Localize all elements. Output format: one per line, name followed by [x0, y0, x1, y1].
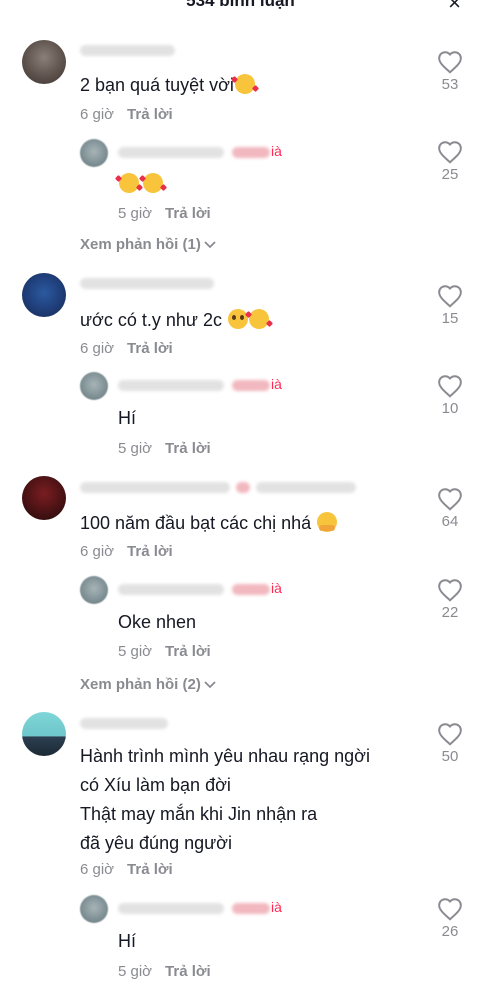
like-count: 10: [441, 400, 459, 417]
username-blurred[interactable]: [118, 903, 224, 914]
creator-label-blurred: [232, 584, 270, 595]
like-count: 22: [441, 604, 459, 621]
username-blurred[interactable]: [80, 45, 175, 56]
comment-meta: 6 giờ Trả lời: [80, 340, 173, 357]
chevron-down-icon: [204, 681, 216, 689]
like-button[interactable]: 26: [428, 897, 472, 940]
avatar[interactable]: [22, 273, 66, 317]
comment-time: 6 giờ: [80, 106, 115, 123]
smiling-face-with-hearts-icon: [119, 173, 139, 193]
comment-meta: 6 giờ Trả lời: [80, 861, 173, 878]
reply-meta: 5 giờ Trả lời: [118, 643, 211, 660]
reply-button[interactable]: Trả lời: [165, 963, 211, 980]
like-button[interactable]: 50: [428, 722, 472, 765]
avatar[interactable]: [80, 372, 108, 400]
like-button[interactable]: 64: [428, 487, 472, 530]
heart-icon[interactable]: [437, 487, 463, 511]
like-button[interactable]: 10: [428, 374, 472, 417]
reply-text: Hí: [118, 408, 136, 428]
pleading-face-icon: [227, 309, 248, 329]
smiling-face-with-hearts-icon: [234, 74, 255, 94]
reply-button[interactable]: Trả lời: [127, 340, 173, 357]
comment-meta: 6 giờ Trả lời: [80, 106, 173, 123]
heart-icon[interactable]: [437, 284, 463, 308]
like-button[interactable]: 53: [428, 50, 472, 93]
heart-icon[interactable]: [437, 50, 463, 74]
like-button[interactable]: 15: [428, 284, 472, 327]
like-count: 53: [441, 76, 459, 93]
reply-time: 5 giờ: [118, 205, 153, 222]
smiling-face-with-hearts-icon: [248, 309, 269, 329]
reply-text: [118, 170, 163, 199]
comment-line: đã yêu đúng người: [80, 833, 232, 853]
view-more-replies[interactable]: Xem phản hồi (1): [80, 236, 217, 253]
comment-text: 100 năm đầu bạt các chị nhá: [80, 509, 338, 538]
reply-button[interactable]: Trả lời: [165, 643, 211, 660]
reply-time: 5 giờ: [118, 643, 153, 660]
like-count: 15: [441, 310, 459, 327]
comment-text: ước có t.y như 2c: [80, 306, 269, 335]
reply-text: Hí: [118, 931, 136, 951]
reply-meta: 5 giờ Trả lời: [118, 205, 211, 222]
reply-button[interactable]: Trả lời: [127, 106, 173, 123]
comments-header: 534 bình luận ×: [0, 0, 481, 14]
creator-label-suffix: ià: [271, 376, 282, 392]
username-blurred[interactable]: [256, 482, 356, 493]
username-blurred[interactable]: [118, 380, 224, 391]
comment-text: Hành trình mình yêu nhau rạng ngời có Xí…: [80, 742, 370, 858]
like-button[interactable]: 22: [428, 578, 472, 621]
username-decoration-blurred: [236, 482, 250, 493]
comment-line: Hành trình mình yêu nhau rạng ngời: [80, 746, 370, 766]
avatar[interactable]: [22, 40, 66, 84]
comments-count-title: 534 bình luận: [186, 0, 295, 10]
comment-line: Thật may mắn khi Jin nhận ra: [80, 804, 318, 824]
avatar[interactable]: [80, 895, 108, 923]
like-count: 26: [441, 923, 459, 940]
comment-time: 6 giờ: [80, 861, 115, 878]
creator-label-suffix: ià: [271, 580, 282, 596]
reply-button[interactable]: Trả lời: [165, 205, 211, 222]
avatar[interactable]: [80, 139, 108, 167]
username-blurred[interactable]: [118, 147, 224, 158]
username-blurred[interactable]: [80, 718, 168, 729]
reply-button[interactable]: Trả lời: [127, 543, 173, 560]
reply-time: 5 giờ: [118, 963, 153, 980]
username-blurred[interactable]: [80, 278, 214, 289]
comment-text: 2 bạn quá tuyệt vời: [80, 71, 255, 100]
reply-meta: 5 giờ Trả lời: [118, 440, 211, 457]
reply-button[interactable]: Trả lời: [127, 861, 173, 878]
like-count: 25: [441, 166, 459, 183]
creator-label-suffix: ià: [271, 899, 282, 915]
view-more-replies[interactable]: Xem phản hồi (2): [80, 676, 217, 693]
reply-button[interactable]: Trả lời: [165, 440, 211, 457]
close-icon[interactable]: ×: [448, 0, 461, 14]
heart-icon[interactable]: [437, 374, 463, 398]
like-button[interactable]: 25: [428, 140, 472, 183]
heart-icon[interactable]: [437, 897, 463, 921]
username-blurred[interactable]: [80, 482, 230, 493]
like-count: 50: [441, 748, 459, 765]
avatar[interactable]: [22, 476, 66, 520]
like-count: 64: [441, 513, 459, 530]
creator-label-blurred: [232, 380, 270, 391]
comment-line: có Xíu làm bạn đời: [80, 775, 231, 795]
heart-icon[interactable]: [437, 140, 463, 164]
creator-label-blurred: [232, 903, 270, 914]
avatar[interactable]: [22, 712, 66, 756]
reply-time: 5 giờ: [118, 440, 153, 457]
comment-time: 6 giờ: [80, 340, 115, 357]
smiling-face-with-hearts-icon: [143, 173, 163, 193]
username-blurred[interactable]: [118, 584, 224, 595]
creator-label-blurred: [232, 147, 270, 158]
heart-icon[interactable]: [437, 578, 463, 602]
hugging-face-icon: [317, 512, 338, 532]
comment-time: 6 giờ: [80, 543, 115, 560]
creator-label-suffix: ià: [271, 143, 282, 159]
comment-meta: 6 giờ Trả lời: [80, 543, 173, 560]
heart-icon[interactable]: [437, 722, 463, 746]
reply-meta: 5 giờ Trả lời: [118, 963, 211, 980]
reply-text: Oke nhen: [118, 612, 197, 632]
chevron-down-icon: [204, 241, 216, 249]
avatar[interactable]: [80, 576, 108, 604]
